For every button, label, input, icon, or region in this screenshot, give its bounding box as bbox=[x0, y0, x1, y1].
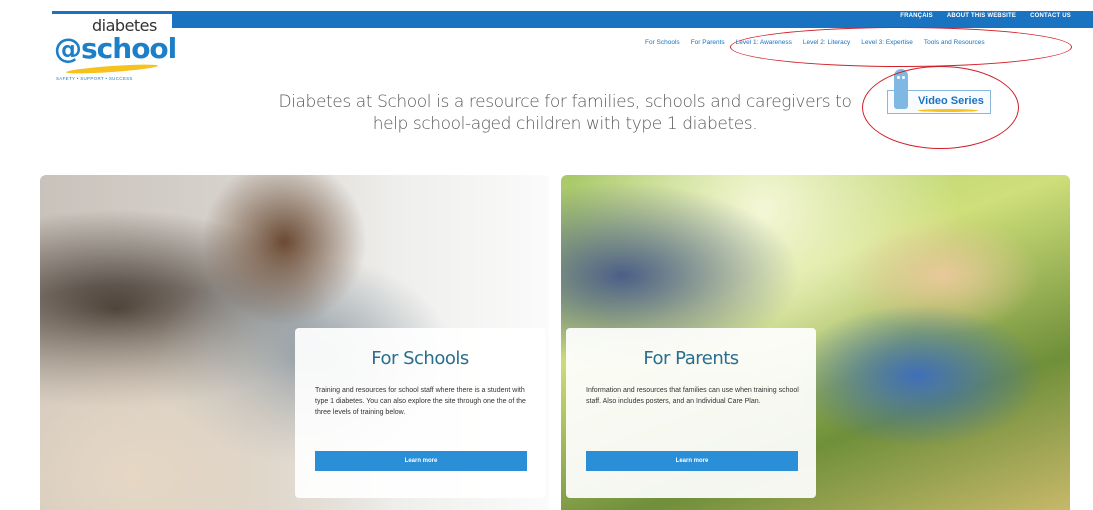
nav-for-schools[interactable]: For Schools bbox=[645, 39, 680, 46]
for-parents-learn-more-button[interactable]: Learn more bbox=[586, 451, 798, 471]
annotation-oval-video bbox=[862, 66, 1019, 149]
site-logo[interactable]: diabetes @school SAFETY • SUPPORT • SUCC… bbox=[44, 14, 177, 90]
for-parents-title: For Parents bbox=[643, 348, 739, 369]
about-link[interactable]: ABOUT THIS WEBSITE bbox=[947, 13, 1016, 19]
logo-tagline: SAFETY • SUPPORT • SUCCESS bbox=[56, 76, 133, 81]
for-parents-card: For Parents Information and resources th… bbox=[566, 328, 816, 498]
top-strip bbox=[0, 0, 1093, 10]
annotation-oval-nav bbox=[730, 27, 1072, 67]
for-schools-title: For Schools bbox=[371, 348, 469, 369]
for-parents-description: Information and resources that families … bbox=[586, 387, 799, 405]
hero-statement: Diabetes at School is a resource for fam… bbox=[270, 91, 860, 135]
logo-word-main: @school bbox=[54, 32, 177, 65]
language-link[interactable]: FRANÇAIS bbox=[900, 13, 933, 19]
utility-nav: FRANÇAIS ABOUT THIS WEBSITE CONTACT US bbox=[900, 13, 1071, 19]
nav-for-parents[interactable]: For Parents bbox=[691, 39, 725, 46]
contact-link[interactable]: CONTACT US bbox=[1030, 13, 1071, 19]
hero-line-1: Diabetes at School is a resource for fam… bbox=[278, 92, 852, 112]
for-schools-card: For Schools Training and resources for s… bbox=[295, 328, 545, 498]
for-schools-description: Training and resources for school staff … bbox=[315, 387, 526, 416]
for-schools-learn-more-button[interactable]: Learn more bbox=[315, 451, 527, 471]
hero-line-2: help school-aged children with type 1 di… bbox=[372, 114, 758, 134]
